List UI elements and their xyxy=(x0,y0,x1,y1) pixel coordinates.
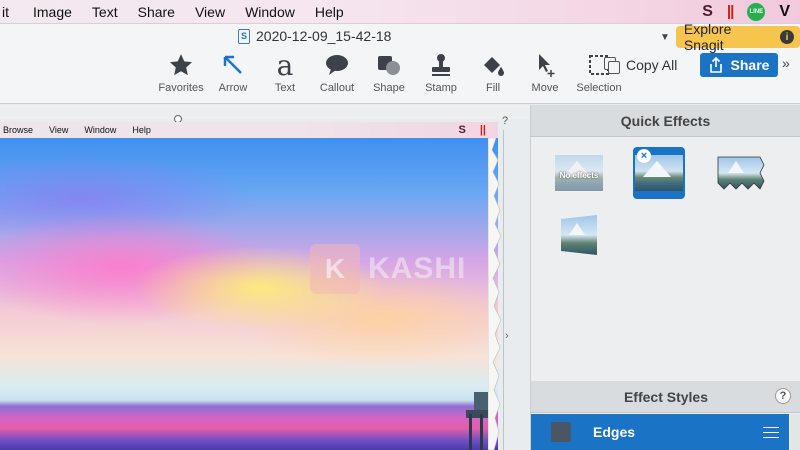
menu-bar: it Image Text Share View Window Help S |… xyxy=(0,0,800,24)
snagit-file-icon: S xyxy=(238,28,250,44)
tool-favorites[interactable]: Favorites xyxy=(155,50,207,94)
line-app-icon[interactable]: LINE xyxy=(747,2,766,21)
info-icon: i xyxy=(780,30,794,44)
explore-snagit-button[interactable]: Explore Snagit i xyxy=(675,21,800,53)
panel-collapse-arrow-icon[interactable]: › xyxy=(505,330,509,342)
quick-effects-header: Quick Effects xyxy=(531,105,800,137)
watermark-logo: K xyxy=(310,244,360,294)
quick-effect-perspective[interactable] xyxy=(553,209,605,261)
edges-swatch-icon xyxy=(551,422,571,442)
status-icons: S || LINE V xyxy=(702,2,800,21)
menu-image[interactable]: Image xyxy=(23,4,82,20)
filename-label: 2020-12-09_15-42-18 xyxy=(256,28,392,44)
panel-scrollbar[interactable] xyxy=(790,414,800,450)
watermark: K KASHI xyxy=(310,244,466,294)
menu-text[interactable]: Text xyxy=(82,4,128,20)
tool-shape[interactable]: Shape xyxy=(363,50,415,94)
star-icon xyxy=(168,50,194,80)
effect-styles-header: Effect Styles ? xyxy=(531,381,800,413)
menu-share[interactable]: Share xyxy=(128,4,185,20)
canvas-top-margin xyxy=(0,105,530,119)
perspective-thumbnail xyxy=(561,215,597,255)
menu-help[interactable]: Help xyxy=(305,4,354,20)
menu-edit[interactable]: it xyxy=(0,4,23,20)
tool-text[interactable]: a Text xyxy=(259,48,311,95)
copy-icon xyxy=(604,57,620,74)
menu-view[interactable]: View xyxy=(185,4,235,20)
dropdown-caret-icon[interactable]: ▼ xyxy=(660,32,670,43)
speech-bubble-icon xyxy=(324,50,350,80)
editor-toolbar: S 2020-12-09_15-42-18 Favorites Arrow a … xyxy=(0,21,800,104)
quick-effect-zigzag-edge[interactable] xyxy=(715,147,767,199)
tool-stamp[interactable]: Stamp xyxy=(415,50,467,94)
arrow-icon xyxy=(221,50,245,80)
tool-group: Favorites Arrow a Text Callout Shape Sta… xyxy=(155,48,627,95)
quick-effect-torn-edge[interactable]: × xyxy=(633,147,685,199)
v-app-icon[interactable]: V xyxy=(779,3,790,21)
remove-effect-icon[interactable]: × xyxy=(637,149,651,163)
paint-bucket-icon xyxy=(480,50,506,80)
canvas-help-icon[interactable]: ? xyxy=(502,115,508,127)
menu-window[interactable]: Window xyxy=(235,4,305,20)
snagit-status-icon[interactable]: S xyxy=(702,3,713,21)
copy-all-button[interactable]: Copy All xyxy=(604,57,677,74)
tool-callout[interactable]: Callout xyxy=(311,50,363,94)
shape-icon xyxy=(376,50,402,80)
quick-effect-none[interactable]: No effects xyxy=(553,147,605,199)
torn-edge-effect xyxy=(488,138,502,450)
share-icon xyxy=(709,57,722,73)
explore-area: ▼ Explore Snagit i xyxy=(660,21,800,53)
share-button[interactable]: Share xyxy=(700,53,778,77)
captured-snagit-icon: S xyxy=(458,124,466,136)
zigzag-edge-thumbnail xyxy=(717,156,765,190)
effect-style-edges[interactable]: Edges xyxy=(531,414,789,450)
tool-move[interactable]: Move xyxy=(519,50,571,94)
pause-icon[interactable]: || xyxy=(727,3,734,20)
quick-effects-grid: No effects × xyxy=(553,147,793,267)
more-chevron-icon[interactable]: » xyxy=(782,55,790,71)
captured-pause-icon: || xyxy=(479,124,486,136)
tool-fill[interactable]: Fill xyxy=(467,50,519,94)
tool-arrow[interactable]: Arrow xyxy=(207,50,259,94)
effects-panel: Quick Effects No effects × Effect Styles… xyxy=(530,105,800,450)
sunset-photo xyxy=(0,138,498,450)
sliders-icon[interactable] xyxy=(763,426,779,438)
help-icon[interactable]: ? xyxy=(775,388,791,404)
text-a-icon: a xyxy=(276,48,294,82)
canvas-scrollbar[interactable] xyxy=(503,130,513,450)
document-title: S 2020-12-09_15-42-18 xyxy=(238,28,391,44)
move-cursor-icon xyxy=(533,50,557,80)
captured-menu-bar: Browse View Window Help S || xyxy=(0,122,498,138)
stamp-icon xyxy=(429,50,453,80)
watermark-text: KASHI xyxy=(368,252,467,285)
